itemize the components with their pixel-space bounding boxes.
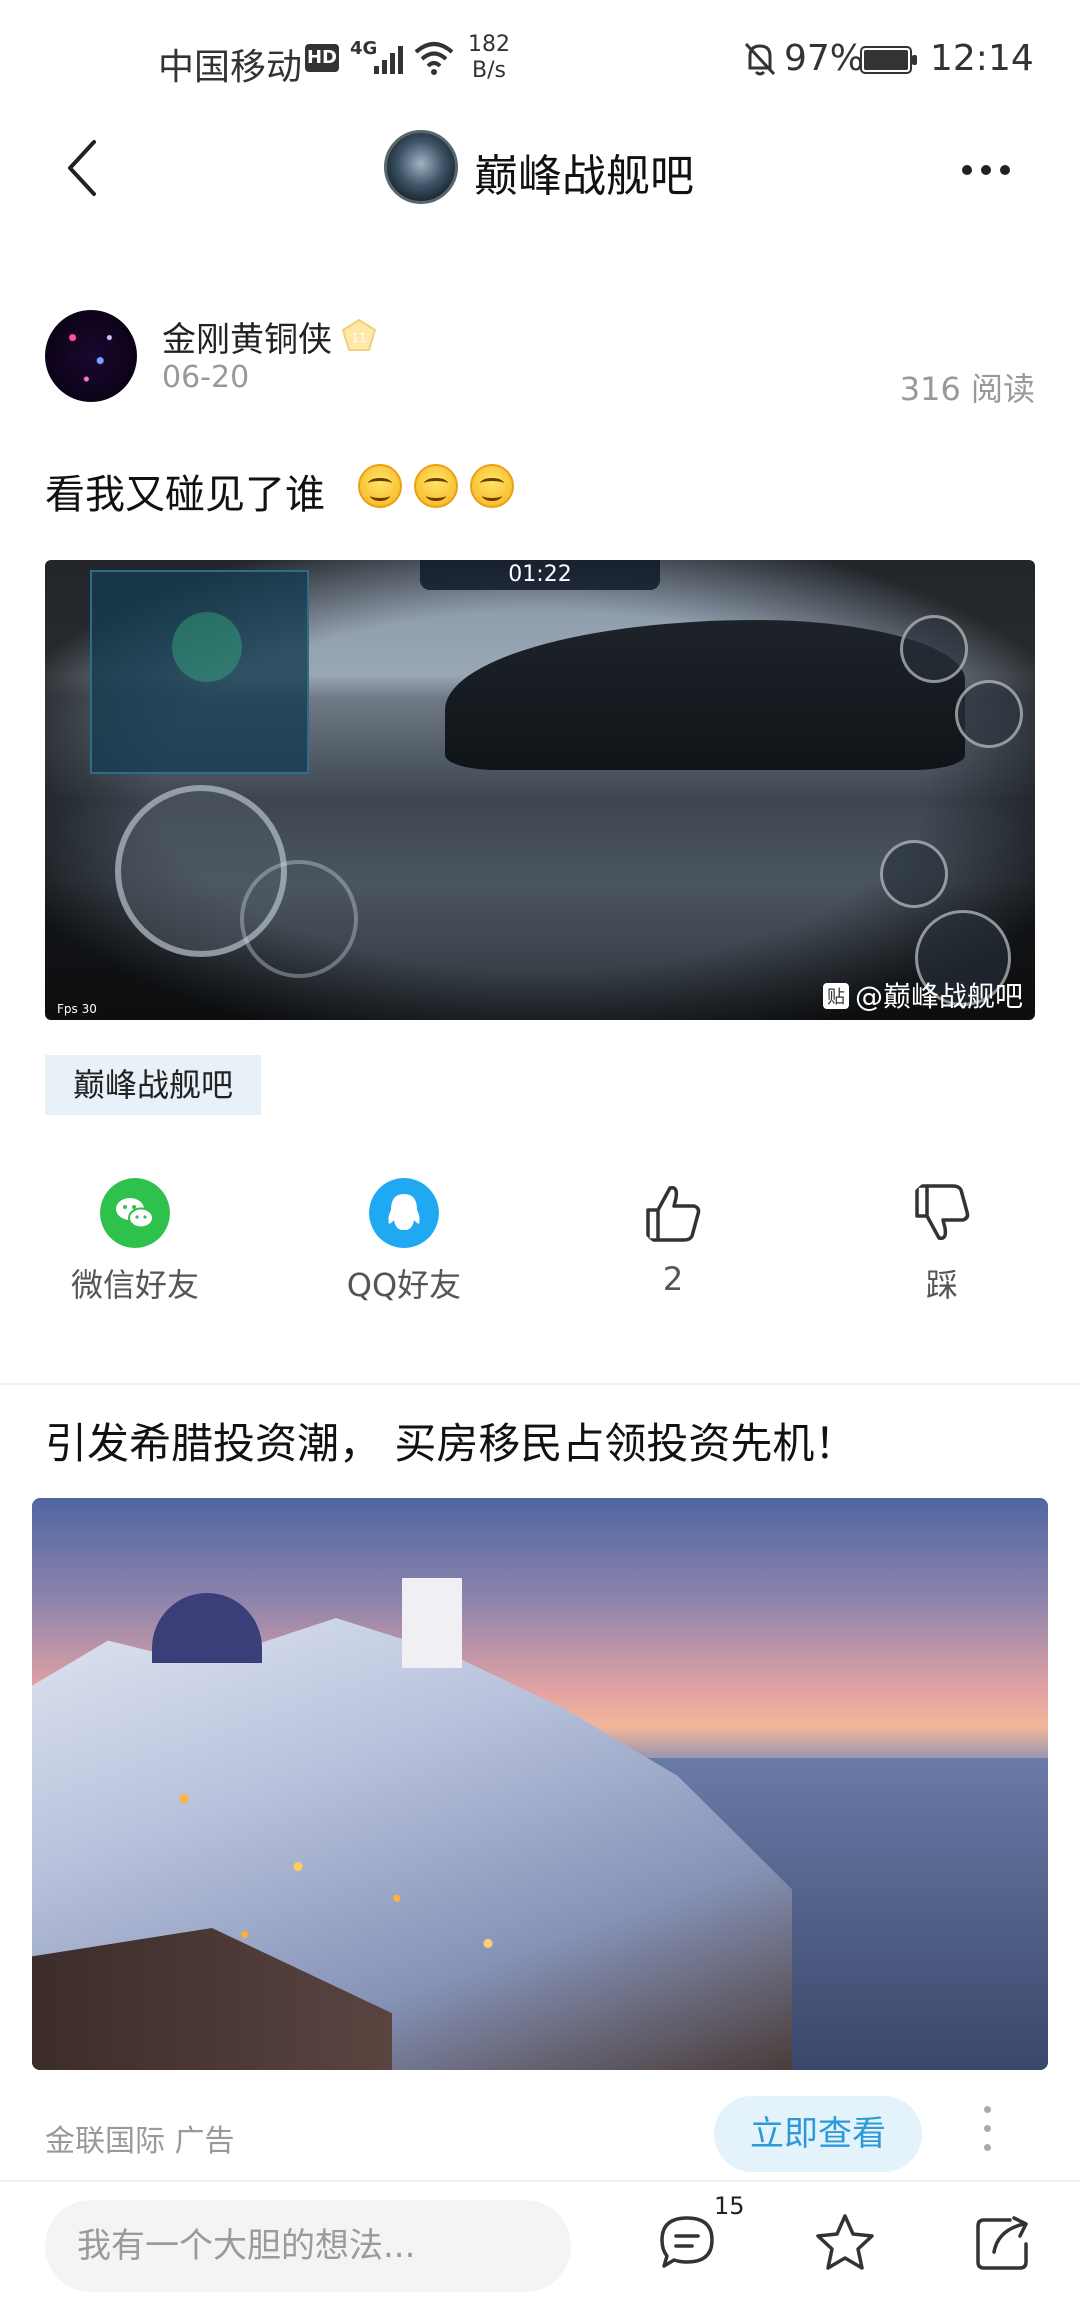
thumbs-down-icon (915, 1184, 970, 1241)
ad-title[interactable]: 引发希腊投资潮， 买房移民占领投资先机！ (45, 1410, 856, 1471)
speed-unit: B/s (472, 58, 506, 83)
game-button (955, 680, 1023, 748)
svg-text:11: 11 (351, 331, 366, 345)
game-button (880, 840, 948, 908)
battery-percent: 97% (784, 38, 865, 79)
section-divider (0, 1383, 1080, 1385)
qq-icon (369, 1178, 439, 1248)
thumbs-up-icon (646, 1185, 701, 1242)
post-image[interactable]: 01:22 贴 @巅峰战舰吧 Fps 30 (45, 560, 1035, 1020)
share-qq-button[interactable]: QQ好友 (304, 1178, 504, 1306)
carrier-label: 中国移动 (158, 47, 303, 88)
watermark-text: @巅峰战舰吧 (854, 980, 1023, 1013)
back-arrow-icon[interactable] (62, 136, 102, 200)
dislike-button[interactable]: 踩 (842, 1178, 1042, 1306)
read-count: 316 阅读 (899, 370, 1035, 408)
like-button[interactable]: 2 (573, 1178, 773, 1298)
wifi-icon (414, 42, 454, 75)
game-joystick-ring (240, 860, 358, 978)
ad-windmill (402, 1578, 462, 1668)
post-date: 06-20 (162, 360, 250, 395)
wechat-icon (100, 1178, 170, 1248)
forum-tag[interactable]: 巅峰战舰吧 (45, 1055, 262, 1115)
game-timer: 01:22 (420, 560, 660, 590)
forum-title[interactable]: 巅峰战舰吧 (474, 140, 694, 204)
watermark-tag: 贴 (822, 983, 849, 1009)
more-options-icon[interactable] (962, 160, 1022, 175)
ad-more-icon[interactable] (984, 2106, 992, 2162)
mute-bell-icon (744, 42, 776, 76)
share-wechat-label: 微信好友 (70, 1266, 199, 1304)
emoji-group (358, 464, 526, 512)
ad-source: 金联国际 广告 (45, 2124, 235, 2159)
signal-icon (374, 46, 403, 74)
author-avatar[interactable] (45, 310, 137, 402)
hd-icon: HD (305, 44, 339, 72)
game-minimap (90, 570, 309, 774)
speed-value: 182 (468, 32, 510, 57)
island-shape (445, 620, 965, 770)
grin-emoji-icon (414, 464, 458, 508)
forum-avatar[interactable] (384, 130, 458, 204)
author-name[interactable]: 金刚黄铜侠 (162, 312, 332, 361)
comment-icon[interactable] (654, 2210, 720, 2276)
ad-view-now-button[interactable]: 立即查看 (714, 2096, 922, 2172)
game-button (900, 615, 968, 683)
network-speed: 182 B/s (468, 32, 510, 84)
grin-emoji-icon (470, 464, 514, 508)
comment-input[interactable] (45, 2200, 571, 2292)
share-wechat-button[interactable]: 微信好友 (35, 1178, 235, 1306)
post-text: 看我又碰见了谁 (45, 472, 325, 518)
level-badge-icon: 11 (341, 318, 377, 351)
ad-image[interactable] (32, 1498, 1048, 2070)
comment-count: 15 (714, 2192, 745, 2220)
grin-emoji-icon (358, 464, 402, 508)
star-icon[interactable] (812, 2210, 878, 2276)
share-icon[interactable] (970, 2210, 1036, 2276)
ad-dome (152, 1593, 262, 1663)
dislike-label: 踩 (925, 1266, 958, 1304)
image-watermark: 贴 @巅峰战舰吧 (822, 975, 1023, 1015)
clock: 12:14 (930, 38, 1034, 79)
fps-counter: Fps 30 (57, 1002, 97, 1016)
like-count: 2 (662, 1260, 684, 1298)
status-bar: 中国移动 HD 4G 182 B/s 97% 12:14 (0, 0, 1080, 120)
battery-icon (860, 46, 917, 74)
share-qq-label: QQ好友 (346, 1266, 462, 1304)
